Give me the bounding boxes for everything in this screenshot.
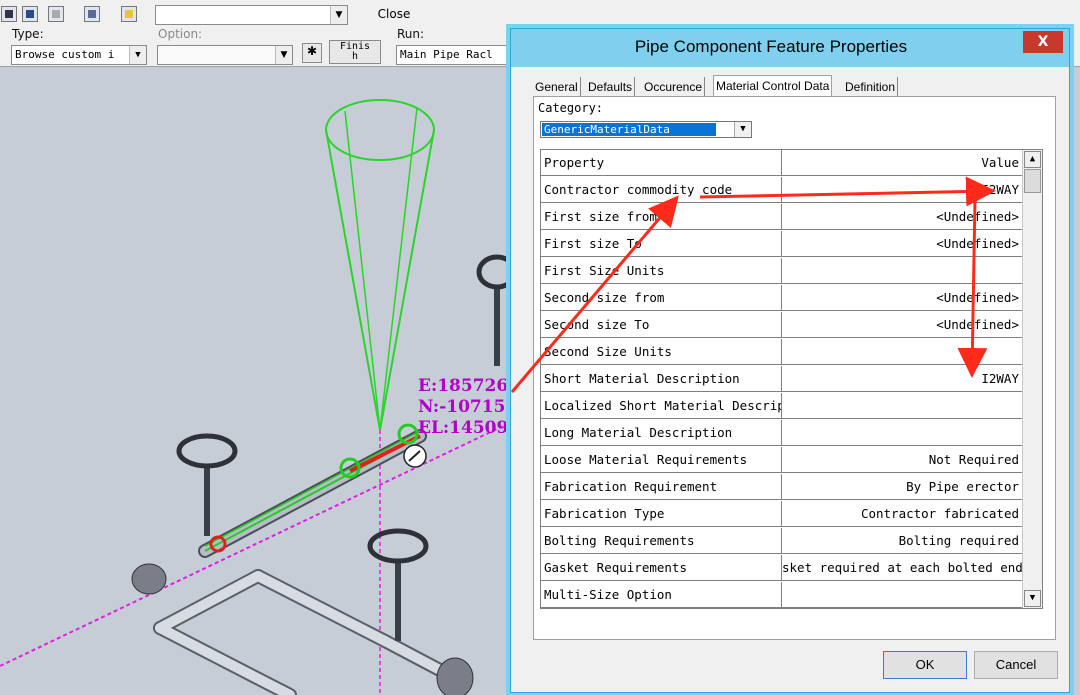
- property-value[interactable]: <Undefined>: [782, 231, 1023, 257]
- pick-icon[interactable]: ✱: [302, 43, 322, 63]
- workspace-icon[interactable]: [84, 6, 100, 22]
- tab-occurence[interactable]: Occurence: [642, 77, 706, 97]
- column-header-value[interactable]: Value: [782, 150, 1023, 176]
- table-row[interactable]: First Size Units: [541, 258, 1023, 285]
- pipe-component-dialog: Pipe Component Feature Properties X Gene…: [510, 28, 1070, 693]
- table-row[interactable]: Loose Material Requirements Not Required: [541, 447, 1023, 474]
- property-name: Contractor commodity code: [541, 177, 782, 203]
- property-name: Short Material Description: [541, 366, 782, 392]
- tab-general[interactable]: General: [533, 77, 581, 97]
- chevron-down-icon: ▼: [129, 46, 146, 64]
- property-name: Second size To: [541, 312, 782, 338]
- property-name: Gasket Requirements: [541, 555, 782, 581]
- property-value[interactable]: [782, 393, 1023, 419]
- option-label: Option:: [158, 27, 203, 41]
- table-row[interactable]: Fabrication Type Contractor fabricated: [541, 501, 1023, 528]
- close-button[interactable]: Close: [360, 5, 428, 26]
- cancel-button[interactable]: Cancel: [974, 651, 1058, 679]
- table-row[interactable]: Short Material Description I2WAY: [541, 366, 1023, 393]
- property-name: First size from: [541, 204, 782, 230]
- grid-header: Property Value: [541, 150, 1023, 177]
- run-select[interactable]: Main Pipe Racl: [396, 45, 516, 65]
- table-row[interactable]: Multi-Size Option: [541, 582, 1023, 608]
- property-name: Long Material Description: [541, 420, 782, 446]
- option-select[interactable]: ▼: [157, 45, 293, 65]
- table-row[interactable]: Bolting Requirements Bolting required: [541, 528, 1023, 555]
- property-value[interactable]: [782, 420, 1023, 446]
- close-icon[interactable]: X: [1023, 31, 1063, 53]
- top-combo[interactable]: ▼: [155, 5, 348, 25]
- chevron-down-icon: ▼: [275, 46, 292, 64]
- finish-button[interactable]: Finis h: [329, 40, 381, 64]
- category-select-value: GenericMaterialData: [542, 123, 716, 136]
- property-name: Second Size Units: [541, 339, 782, 365]
- table-row[interactable]: Contractor commodity code I2WAY: [541, 177, 1023, 204]
- tab-panel: Category: GenericMaterialData ▼ Property…: [533, 96, 1056, 640]
- properties-icon[interactable]: [22, 6, 38, 22]
- dialog-titlebar[interactable]: Pipe Component Feature Properties X: [511, 29, 1069, 67]
- property-grid: Property Value Contractor commodity code…: [540, 149, 1043, 609]
- property-value[interactable]: <Undefined>: [782, 312, 1023, 338]
- table-row[interactable]: Gasket Requirements sket required at each…: [541, 555, 1023, 582]
- table-row[interactable]: First size from <Undefined>: [541, 204, 1023, 231]
- property-name: Localized Short Material Descrip: [541, 393, 782, 419]
- property-value[interactable]: <Undefined>: [782, 204, 1023, 230]
- table-row[interactable]: Second size from <Undefined>: [541, 285, 1023, 312]
- category-label: Category:: [538, 101, 604, 115]
- property-value[interactable]: [782, 582, 1023, 608]
- coordinate-elevation: EL:14509.: [418, 418, 515, 438]
- property-name: Fabrication Type: [541, 501, 782, 527]
- table-row[interactable]: Second size To <Undefined>: [541, 312, 1023, 339]
- property-name: First size To: [541, 231, 782, 257]
- type-label: Type:: [12, 27, 44, 41]
- tab-material-control-data[interactable]: Material Control Data: [713, 75, 833, 98]
- property-value[interactable]: Not Required: [782, 447, 1023, 473]
- table-row[interactable]: Localized Short Material Descrip: [541, 393, 1023, 420]
- dialog-title: Pipe Component Feature Properties: [634, 37, 908, 56]
- property-value[interactable]: [782, 339, 1023, 365]
- category-select[interactable]: GenericMaterialData ▼: [540, 121, 752, 138]
- run-label: Run:: [397, 27, 425, 41]
- type-select-value: Browse custom i: [15, 48, 115, 61]
- property-name: Multi-Size Option: [541, 582, 782, 608]
- scroll-thumb[interactable]: [1024, 169, 1041, 193]
- tab-defaults[interactable]: Defaults: [586, 77, 636, 97]
- tab-definition[interactable]: Definition: [843, 77, 899, 97]
- property-value[interactable]: Contractor fabricated: [782, 501, 1023, 527]
- table-row[interactable]: Second Size Units: [541, 339, 1023, 366]
- scroll-down-icon[interactable]: ▼: [1024, 590, 1041, 607]
- ok-button[interactable]: OK: [883, 651, 967, 679]
- table-row[interactable]: Long Material Description: [541, 420, 1023, 447]
- chevron-down-icon: ▼: [734, 122, 751, 137]
- run-select-value: Main Pipe Racl: [400, 48, 493, 61]
- property-name: Bolting Requirements: [541, 528, 782, 554]
- layer-icon[interactable]: [121, 6, 137, 22]
- property-value[interactable]: Bolting required: [782, 528, 1023, 554]
- property-name: Second size from: [541, 285, 782, 311]
- property-value[interactable]: By Pipe erector: [782, 474, 1023, 500]
- property-name: Fabrication Requirement: [541, 474, 782, 500]
- property-name: Loose Material Requirements: [541, 447, 782, 473]
- column-header-property[interactable]: Property: [541, 150, 782, 176]
- coordinate-north: N:-10715.2: [418, 397, 524, 417]
- property-value[interactable]: <Undefined>: [782, 285, 1023, 311]
- table-row[interactable]: Fabrication Requirement By Pipe erector: [541, 474, 1023, 501]
- filter-icon[interactable]: [48, 6, 64, 22]
- chevron-down-icon: ▼: [330, 6, 347, 24]
- property-value[interactable]: [782, 258, 1023, 284]
- scroll-up-icon[interactable]: ▲: [1024, 151, 1041, 168]
- grid-icon[interactable]: [1, 6, 17, 22]
- property-value[interactable]: sket required at each bolted end: [782, 555, 1023, 581]
- property-value[interactable]: I2WAY: [782, 366, 1023, 392]
- property-name: First Size Units: [541, 258, 782, 284]
- type-select[interactable]: Browse custom i ▼: [11, 45, 147, 65]
- coordinate-east: E:185726: [418, 376, 509, 396]
- table-row[interactable]: First size To <Undefined>: [541, 231, 1023, 258]
- grid-scrollbar[interactable]: ▲ ▼: [1022, 150, 1042, 608]
- property-value[interactable]: I2WAY: [782, 177, 1023, 203]
